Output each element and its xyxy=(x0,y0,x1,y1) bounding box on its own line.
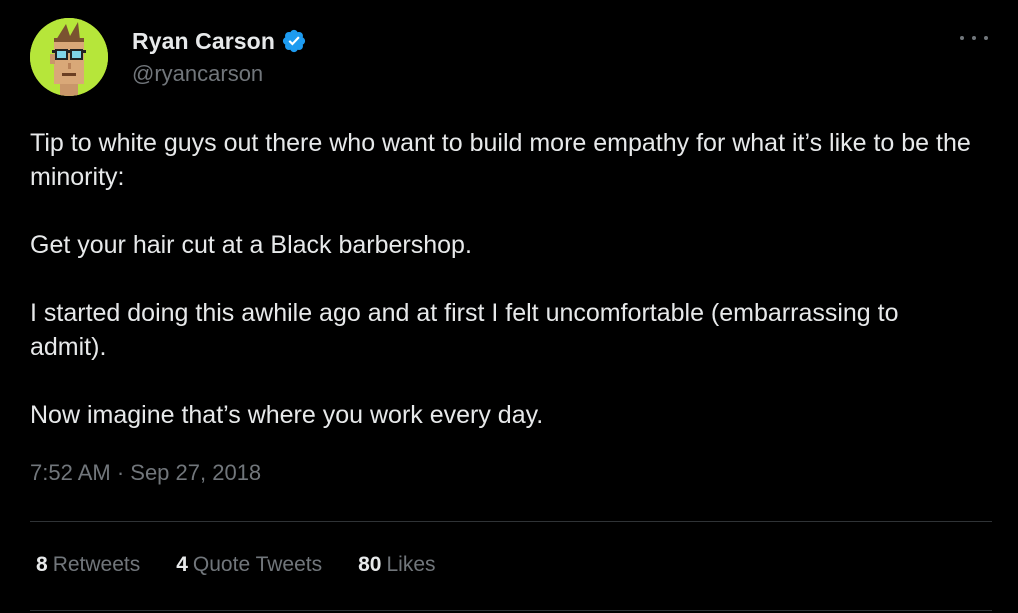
tweet-stats: 8 Retweets 4 Quote Tweets 80 Likes xyxy=(36,553,472,577)
quote-tweets-count: 4 xyxy=(176,553,188,576)
quote-tweets-label: Quote Tweets xyxy=(192,553,323,576)
divider xyxy=(30,610,992,611)
tweet-paragraph: Now imagine that’s where you work every … xyxy=(30,401,544,429)
tweet-card: Ryan Carson @ryancarson Tip to white guy… xyxy=(0,0,1018,613)
avatar[interactable] xyxy=(30,18,108,96)
more-options-icon[interactable] xyxy=(960,28,988,48)
likes-label: Likes xyxy=(386,553,436,576)
more-dot xyxy=(972,36,976,40)
tweet-text: Tip to white guys out there who want to … xyxy=(30,126,980,432)
quote-tweets-stat[interactable]: 4 Quote Tweets xyxy=(176,553,322,577)
verified-badge-icon xyxy=(281,28,307,54)
likes-count: 80 xyxy=(358,553,382,576)
divider xyxy=(30,521,992,522)
author-handle[interactable]: @ryancarson xyxy=(132,61,263,87)
more-dot xyxy=(960,36,964,40)
tweet-paragraph: Get your hair cut at a Black barbershop. xyxy=(30,231,472,259)
pixel-art-avatar-icon xyxy=(30,18,108,96)
author-display-name[interactable]: Ryan Carson xyxy=(132,28,275,55)
retweets-stat[interactable]: 8 Retweets xyxy=(36,553,140,577)
more-dot xyxy=(984,36,988,40)
tweet-paragraph: Tip to white guys out there who want to … xyxy=(30,129,971,191)
tweet-paragraph: I started doing this awhile ago and at f… xyxy=(30,299,899,361)
retweets-label: Retweets xyxy=(52,553,141,576)
author-name-row[interactable]: Ryan Carson xyxy=(132,26,307,56)
retweets-count: 8 xyxy=(36,553,48,576)
tweet-timestamp[interactable]: 7:52 AM · Sep 27, 2018 xyxy=(30,460,261,486)
likes-stat[interactable]: 80 Likes xyxy=(358,553,435,577)
